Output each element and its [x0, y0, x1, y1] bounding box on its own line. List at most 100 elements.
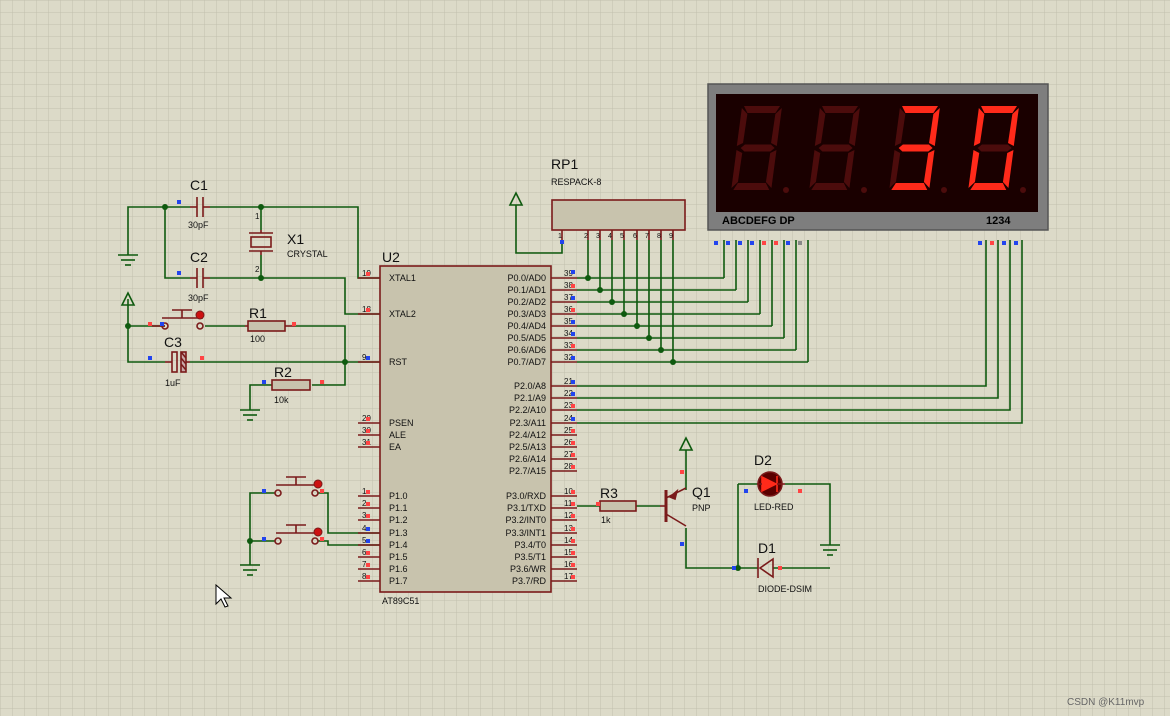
logic-state-marker [177, 200, 181, 204]
logic-state-marker [366, 575, 370, 579]
logic-state-marker [571, 296, 575, 300]
pin-name-label: ALE [389, 430, 406, 440]
pin-name-label: P3.7/RD [512, 576, 547, 586]
pin-name-label: XTAL2 [389, 309, 416, 319]
logic-state-marker [148, 356, 152, 360]
logic-state-marker [366, 356, 370, 360]
pin-name-label: P1.6 [389, 564, 408, 574]
pin-name-label: P0.2/AD2 [507, 297, 546, 307]
rp1-pin-number: 6 [633, 233, 637, 240]
pin-name-label: EA [389, 442, 401, 452]
d1-ref: D1 [758, 540, 776, 556]
button-state-dot [313, 479, 323, 489]
pin-name-label: P2.1/A9 [514, 393, 546, 403]
logic-state-marker [571, 539, 575, 543]
c2-ref: C2 [190, 249, 208, 265]
pin-name-label: P1.3 [389, 528, 408, 538]
logic-state-marker [680, 542, 684, 546]
x1-value: CRYSTAL [287, 249, 328, 259]
segment-d [970, 183, 1007, 190]
pin-name-label: P0.5/AD5 [507, 333, 546, 343]
pin-name-label: P0.3/AD3 [507, 309, 546, 319]
rp1-pin-number: 8 [657, 233, 661, 240]
logic-state-marker [750, 241, 754, 245]
pin-name-label: P2.0/A8 [514, 381, 546, 391]
pin-name-label: P1.2 [389, 515, 408, 525]
logic-state-marker [366, 272, 370, 276]
logic-state-marker [571, 320, 575, 324]
rp1-pin-number: 1 [558, 233, 562, 240]
logic-state-marker [738, 241, 742, 245]
logic-state-marker [262, 380, 266, 384]
r2-ref: R2 [274, 364, 292, 380]
segment-g [977, 144, 1012, 152]
rp1-pin-number: 5 [620, 233, 624, 240]
logic-state-marker [571, 575, 575, 579]
logic-state-marker [778, 566, 782, 570]
x1-pin2: 2 [255, 265, 260, 274]
logic-state-marker [292, 322, 296, 326]
logic-state-marker [798, 489, 802, 493]
pin-name-label: P0.7/AD7 [507, 357, 546, 367]
logic-state-marker [262, 489, 266, 493]
logic-state-marker [366, 417, 370, 421]
segment-a [902, 106, 938, 113]
rp1-pin-number: 2 [584, 233, 588, 240]
logic-state-marker [571, 404, 575, 408]
resistor-r3[interactable] [599, 500, 637, 512]
c1-value: 30pF [188, 220, 209, 230]
logic-state-marker [148, 322, 152, 326]
pin-name-label: P0.6/AD6 [507, 345, 546, 355]
logic-state-marker [714, 241, 718, 245]
logic-state-marker [571, 551, 575, 555]
logic-state-marker [571, 490, 575, 494]
pin-name-label: P3.2/INT0 [505, 515, 546, 525]
rp1-value: RESPACK-8 [551, 177, 601, 187]
logic-state-marker [571, 429, 575, 433]
pin-name-label: P2.2/A10 [509, 405, 546, 415]
logic-state-marker [366, 539, 370, 543]
r3-value: 1k [601, 515, 611, 525]
logic-state-marker [366, 563, 370, 567]
pin-name-label: P1.1 [389, 503, 408, 513]
resistor-r2[interactable] [271, 379, 311, 391]
logic-state-marker [571, 270, 575, 274]
pin-name-label: PSEN [389, 418, 414, 428]
x1-ref: X1 [287, 231, 304, 247]
logic-state-marker [571, 344, 575, 348]
segment-d [733, 183, 770, 190]
pin-name-label: P3.1/TXD [507, 503, 547, 513]
pin-name-label: P2.4/A12 [509, 430, 546, 440]
segment-dp [783, 187, 789, 193]
logic-state-marker [571, 392, 575, 396]
c3-value: 1uF [165, 378, 181, 388]
logic-state-marker [726, 241, 730, 245]
d1-value: DIODE-DSIM [758, 584, 812, 594]
logic-state-marker [680, 470, 684, 474]
logic-state-marker [786, 241, 790, 245]
c2-value: 30pF [188, 293, 209, 303]
display-segment-label: ABCDEFG DP [722, 215, 795, 227]
pin-name-label: RST [389, 357, 408, 367]
rp1-pin-number: 9 [669, 233, 673, 240]
q1-value: PNP [692, 503, 711, 513]
logic-state-marker [1002, 241, 1006, 245]
display-digit-label: 1234 [986, 215, 1011, 227]
pin-name-label: P3.6/WR [510, 564, 547, 574]
logic-state-marker [320, 537, 324, 541]
c3-ref: C3 [164, 334, 182, 350]
pin-name-label: P2.5/A13 [509, 442, 546, 452]
q1-ref: Q1 [692, 484, 711, 500]
watermark: CSDN @K11mvp [1067, 697, 1145, 708]
pin-name-label: P1.7 [389, 576, 408, 586]
segment-g [898, 144, 933, 152]
r1-ref: R1 [249, 305, 267, 321]
logic-state-marker [571, 441, 575, 445]
c1-ref: C1 [190, 177, 208, 193]
logic-state-marker [571, 380, 575, 384]
pin-name-label: P3.4/T0 [514, 540, 546, 550]
r2-value: 10k [274, 395, 289, 405]
button-state-dot [195, 310, 205, 320]
schematic-canvas[interactable]: 19XTAL118XTAL29RST29PSEN30ALE31EA1P1.02P… [0, 0, 1170, 716]
rp1-pin-number: 3 [596, 233, 600, 240]
